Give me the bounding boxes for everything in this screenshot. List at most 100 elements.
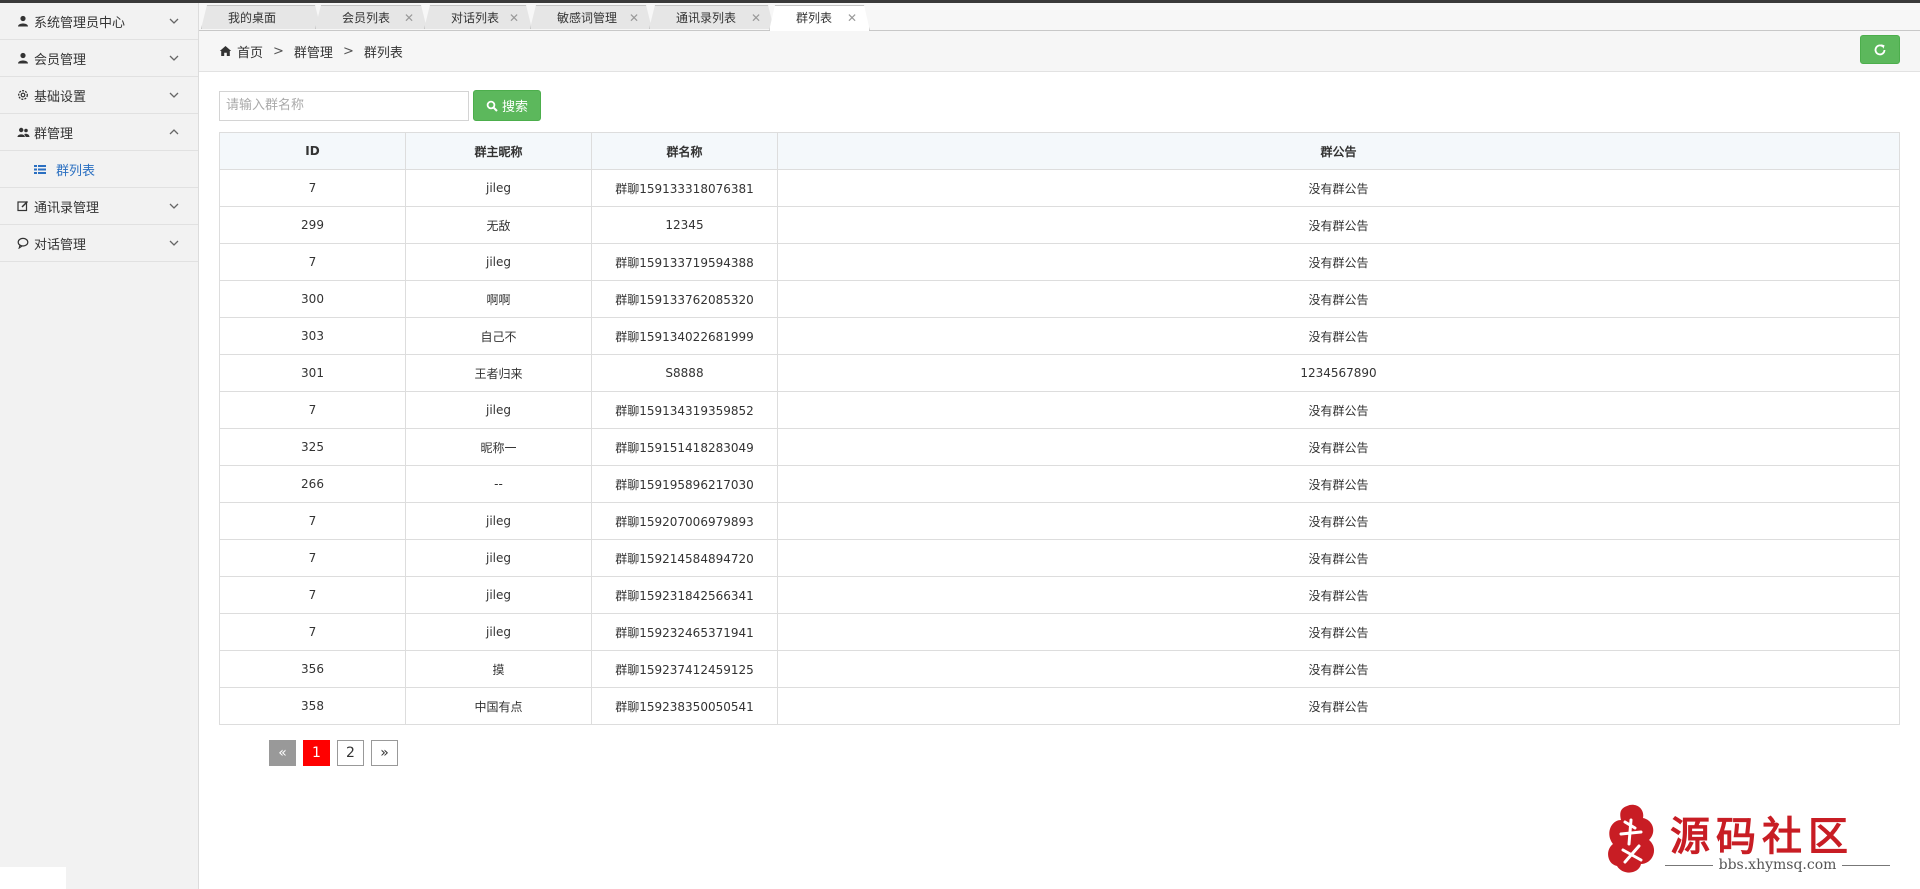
group-table: ID 群主昵称 群名称 群公告 7 jileg 群聊159133318076381 没…: [219, 132, 1900, 725]
close-icon[interactable]: ✕: [404, 6, 414, 30]
pagination-page-2[interactable]: 2: [337, 740, 364, 766]
table-row: 325 昵称一 群聊159151418283049 没有群公告: [219, 428, 1900, 466]
chevron-down-icon: [169, 18, 179, 24]
cell-id: 303: [219, 317, 406, 355]
cell-id: 7: [219, 169, 406, 207]
cell-id: 358: [219, 687, 406, 725]
cell-notice: 没有群公告: [777, 169, 1900, 207]
breadcrumb-separator: >: [342, 43, 354, 59]
cell-id: 325: [219, 428, 406, 466]
cell-id: 266: [219, 465, 406, 503]
sidebar-item-admin-center[interactable]: 系统管理员中心: [0, 3, 198, 40]
tab-label: 我的桌面: [228, 11, 277, 25]
table-row: 7 jileg 群聊159133318076381 没有群公告: [219, 169, 1900, 207]
gear-icon: [16, 88, 30, 102]
cell-owner: 摸: [405, 650, 592, 688]
cell-id: 299: [219, 206, 406, 244]
sidebar-item-contacts[interactable]: 通讯录管理: [0, 188, 198, 225]
table-row: 7 jileg 群聊159207006979893 没有群公告: [219, 502, 1900, 540]
cell-group-name: 群聊159133762085320: [591, 280, 778, 318]
close-icon[interactable]: ✕: [751, 6, 761, 30]
breadcrumb-group-list: 群列表: [363, 45, 403, 61]
pagination-next[interactable]: »: [371, 740, 398, 766]
sidebar-subitem-group-list[interactable]: 群列表: [0, 151, 198, 188]
cell-id: 7: [219, 613, 406, 651]
cell-group-name: 群聊159195896217030: [591, 465, 778, 503]
breadcrumb-group-management[interactable]: 群管理: [294, 42, 333, 61]
tab-contacts-list[interactable]: 通讯录列表 ✕: [649, 5, 774, 29]
tab-label: 对话列表: [451, 11, 500, 25]
chevron-down-icon: [169, 55, 179, 61]
cell-group-name: 群聊159214584894720: [591, 539, 778, 577]
sidebar-item-dialog[interactable]: 对话管理: [0, 225, 198, 262]
cell-notice: 没有群公告: [777, 502, 1900, 540]
cell-id: 7: [219, 576, 406, 614]
cell-owner: --: [405, 465, 592, 503]
cell-group-name: 群聊159231842566341: [591, 576, 778, 614]
search-input[interactable]: [219, 90, 469, 121]
sidebar-item-group-management[interactable]: 群管理: [0, 114, 198, 151]
chat-icon: [16, 236, 30, 250]
cell-notice: 没有群公告: [777, 576, 1900, 614]
sidebar-item-label: 会员管理: [34, 52, 87, 68]
tab-bar: 我的桌面 会员列表 ✕ 对话列表 ✕ 敏感词管理 ✕ 通讯录列表 ✕ 群列表 ✕: [199, 3, 1920, 31]
table-row: 7 jileg 群聊159133719594388 没有群公告: [219, 243, 1900, 281]
tab-label: 群列表: [796, 11, 833, 25]
sidebar-item-label: 群管理: [34, 126, 74, 142]
cell-group-name: 群聊159133719594388: [591, 243, 778, 281]
cell-id: 301: [219, 354, 406, 392]
table-row: 7 jileg 群聊159231842566341 没有群公告: [219, 576, 1900, 614]
table-row: 299 无敌 12345 没有群公告: [219, 206, 1900, 244]
pagination-page-1[interactable]: 1: [303, 740, 330, 766]
cell-notice: 没有群公告: [777, 428, 1900, 466]
cell-id: 7: [219, 539, 406, 577]
sidebar-item-member[interactable]: 会员管理: [0, 40, 198, 77]
cell-group-name: S8888: [591, 354, 778, 392]
search-icon: [486, 100, 498, 112]
pagination-prev[interactable]: «: [269, 740, 296, 766]
users-icon: [16, 125, 30, 139]
cell-id: 7: [219, 243, 406, 281]
close-icon[interactable]: ✕: [509, 6, 519, 30]
watermark-url-text: bbs.xhymsq.com: [1718, 857, 1837, 873]
sidebar-item-basic-settings[interactable]: 基础设置: [0, 77, 198, 114]
search-button-label: 搜索: [502, 100, 529, 115]
refresh-button[interactable]: [1860, 35, 1900, 64]
chevron-up-icon: [169, 129, 179, 135]
cell-group-name: 群聊159134319359852: [591, 391, 778, 429]
cell-owner: 昵称一: [405, 428, 592, 466]
close-icon[interactable]: ✕: [847, 6, 857, 30]
cell-notice: 没有群公告: [777, 539, 1900, 577]
cell-owner: 无敌: [405, 206, 592, 244]
tab-sensitive-words[interactable]: 敏感词管理 ✕: [530, 5, 652, 29]
tab-my-desktop[interactable]: 我的桌面: [201, 5, 321, 29]
table-row: 7 jileg 群聊159214584894720 没有群公告: [219, 539, 1900, 577]
column-header-owner-nickname[interactable]: 群主昵称: [405, 132, 592, 170]
sidebar-item-label: 系统管理员中心: [34, 15, 126, 31]
search-button[interactable]: 搜索: [473, 90, 542, 121]
chevron-down-icon: [169, 92, 179, 98]
tab-dialog-list[interactable]: 对话列表 ✕: [424, 5, 532, 29]
cell-group-name: 群聊159237412459125: [591, 650, 778, 688]
tab-label: 会员列表: [342, 11, 391, 25]
cell-notice: 没有群公告: [777, 650, 1900, 688]
column-header-group-name[interactable]: 群名称: [591, 132, 778, 170]
tab-group-list[interactable]: 群列表 ✕: [769, 5, 870, 31]
cell-notice: 没有群公告: [777, 280, 1900, 318]
cell-notice: 没有群公告: [777, 687, 1900, 725]
watermark-seal-icon: [1608, 804, 1655, 873]
cell-owner: jileg: [405, 576, 592, 614]
table-row: 303 自己不 群聊159134022681999 没有群公告: [219, 317, 1900, 355]
table-row: 358 中国有点 群聊159238350050541 没有群公告: [219, 687, 1900, 725]
tab-label: 通讯录列表: [676, 11, 737, 25]
tab-member-list[interactable]: 会员列表 ✕: [315, 5, 427, 29]
column-header-group-notice[interactable]: 群公告: [777, 132, 1900, 170]
column-header-id[interactable]: ID: [219, 132, 406, 170]
pagination: « 1 2 »: [269, 740, 405, 766]
breadcrumb: 首页 > 群管理 > 群列表: [219, 31, 403, 71]
cell-owner: 王者归来: [405, 354, 592, 392]
cell-id: 7: [219, 391, 406, 429]
home-icon: [219, 45, 232, 57]
breadcrumb-home[interactable]: 首页: [237, 42, 263, 61]
close-icon[interactable]: ✕: [629, 6, 639, 30]
